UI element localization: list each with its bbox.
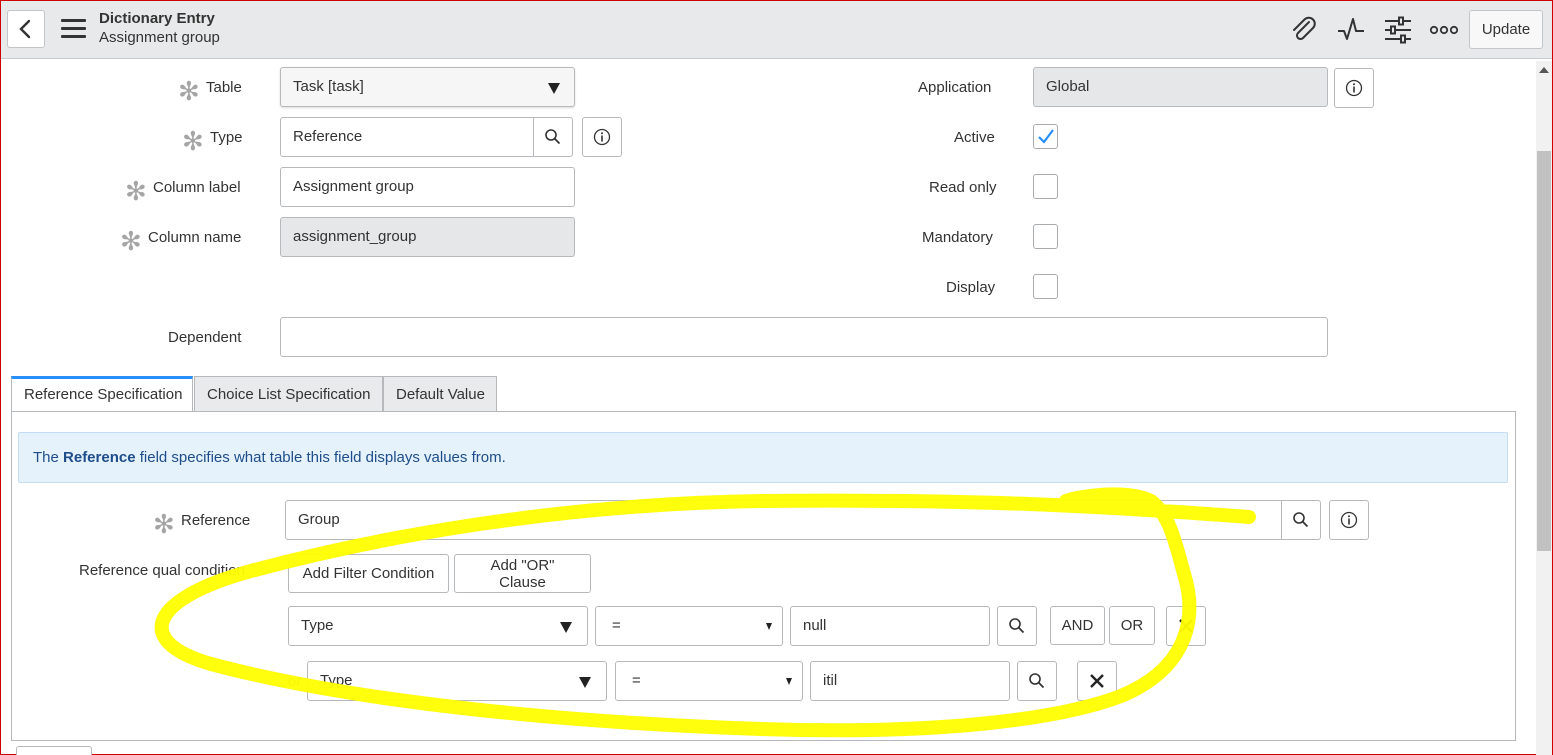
delete-condition-button[interactable] xyxy=(1166,606,1206,646)
back-button[interactable] xyxy=(7,10,45,48)
condition-operator-value: = xyxy=(612,617,621,634)
close-icon xyxy=(1090,674,1104,688)
condition-value-input[interactable]: null xyxy=(790,606,990,646)
application-label: Application xyxy=(918,79,992,96)
reference-info-message: The Reference field specifies what table… xyxy=(18,432,1508,483)
dropdown-arrow-icon xyxy=(579,677,591,688)
and-button[interactable]: AND xyxy=(1050,606,1105,645)
mandatory-star-icon: ✻ xyxy=(120,226,142,256)
application-info-button[interactable] xyxy=(1334,68,1374,108)
reference-input[interactable]: Group xyxy=(285,500,1283,540)
display-checkbox[interactable] xyxy=(1033,274,1058,299)
info-icon xyxy=(1345,79,1363,97)
dependent-input[interactable] xyxy=(280,317,1328,357)
column-name-label: Column name xyxy=(148,229,242,246)
condition-field-value: Type xyxy=(301,617,334,634)
read-only-label: Read only xyxy=(929,179,997,196)
scroll-up-arrow-icon[interactable] xyxy=(1539,67,1549,73)
condition-lookup-button[interactable] xyxy=(1017,661,1057,701)
reference-value: Group xyxy=(298,511,340,528)
dropdown-arrow-icon xyxy=(560,622,572,633)
footer-button[interactable] xyxy=(16,746,92,755)
table-select-value: Task [task] xyxy=(293,78,364,95)
menu-icon[interactable] xyxy=(61,19,86,39)
checkmark-icon xyxy=(1038,129,1054,144)
condition-lookup-button[interactable] xyxy=(997,606,1037,646)
dropdown-arrow-icon xyxy=(786,678,792,685)
condition-field-value: Type xyxy=(320,672,353,689)
mandatory-star-icon: ✻ xyxy=(153,509,175,539)
table-select[interactable]: Task [task] xyxy=(280,67,575,107)
type-input[interactable]: Reference xyxy=(280,117,535,157)
mandatory-star-icon: ✻ xyxy=(182,126,204,156)
search-icon xyxy=(1029,673,1045,689)
reference-lookup-button[interactable] xyxy=(1281,500,1321,540)
add-filter-condition-button[interactable]: Add Filter Condition xyxy=(288,554,449,593)
reference-info-button[interactable] xyxy=(1329,500,1369,540)
reference-label: Reference xyxy=(181,512,251,529)
or-button[interactable]: OR xyxy=(1109,606,1155,645)
column-label-input[interactable]: Assignment group xyxy=(280,167,575,207)
chevron-left-icon xyxy=(19,19,31,39)
mandatory-label: Mandatory xyxy=(922,229,993,246)
tab-choice-list-specification[interactable]: Choice List Specification xyxy=(194,376,383,412)
add-or-clause-button[interactable]: Add "OR" Clause xyxy=(454,554,591,593)
paperclip-icon[interactable] xyxy=(1289,15,1319,45)
type-info-button[interactable] xyxy=(582,117,622,157)
column-name-input: assignment_group xyxy=(280,217,575,257)
application-value: Global xyxy=(1046,78,1090,95)
condition-operator-select[interactable]: = xyxy=(595,606,783,646)
more-options-icon[interactable] xyxy=(1429,15,1459,45)
form-title: Dictionary Entry xyxy=(99,10,215,27)
condition-operator-select[interactable]: = xyxy=(615,661,803,701)
dropdown-arrow-icon xyxy=(766,623,772,630)
table-label: Table xyxy=(206,79,242,96)
type-label: Type xyxy=(210,129,243,146)
active-label: Active xyxy=(954,129,995,146)
type-input-value: Reference xyxy=(293,128,363,145)
condition-operator-value: = xyxy=(632,672,641,689)
active-checkbox[interactable] xyxy=(1033,124,1058,149)
column-label-value: Assignment group xyxy=(293,178,414,195)
read-only-checkbox[interactable] xyxy=(1033,174,1058,199)
condition-value-input[interactable]: itil xyxy=(810,661,1010,701)
condition-value-text: itil xyxy=(823,672,838,689)
column-name-value: assignment_group xyxy=(293,228,417,245)
mandatory-star-icon: ✻ xyxy=(125,176,147,206)
scrollbar-thumb[interactable] xyxy=(1537,151,1551,551)
or-prefix-label: or xyxy=(288,673,302,690)
search-icon xyxy=(1293,512,1309,528)
condition-field-select[interactable]: Type xyxy=(288,606,588,646)
application-input: Global xyxy=(1033,67,1328,107)
search-icon xyxy=(545,129,561,145)
condition-field-select[interactable]: Type xyxy=(307,661,607,701)
mandatory-checkbox[interactable] xyxy=(1033,224,1058,249)
condition-value-text: null xyxy=(803,617,827,634)
close-icon xyxy=(1179,619,1193,633)
type-lookup-button[interactable] xyxy=(533,117,573,157)
column-label-label: Column label xyxy=(153,179,241,196)
dropdown-arrow-icon xyxy=(548,83,560,94)
settings-sliders-icon[interactable] xyxy=(1383,15,1413,45)
reference-qual-label: Reference qual condition xyxy=(79,562,245,579)
mandatory-star-icon: ✻ xyxy=(178,76,200,106)
dependent-label: Dependent xyxy=(168,329,242,346)
tab-reference-specification[interactable]: Reference Specification xyxy=(11,376,193,413)
search-icon xyxy=(1009,618,1025,634)
form-header: Dictionary Entry Assignment group Update xyxy=(1,1,1552,59)
update-button[interactable]: Update xyxy=(1469,10,1543,49)
delete-condition-button[interactable] xyxy=(1077,661,1117,701)
info-icon xyxy=(593,128,611,146)
info-icon xyxy=(1340,511,1358,529)
tab-default-value[interactable]: Default Value xyxy=(383,376,497,412)
activity-icon[interactable] xyxy=(1336,15,1366,45)
form-subtitle: Assignment group xyxy=(99,29,220,46)
display-label: Display xyxy=(946,279,996,296)
